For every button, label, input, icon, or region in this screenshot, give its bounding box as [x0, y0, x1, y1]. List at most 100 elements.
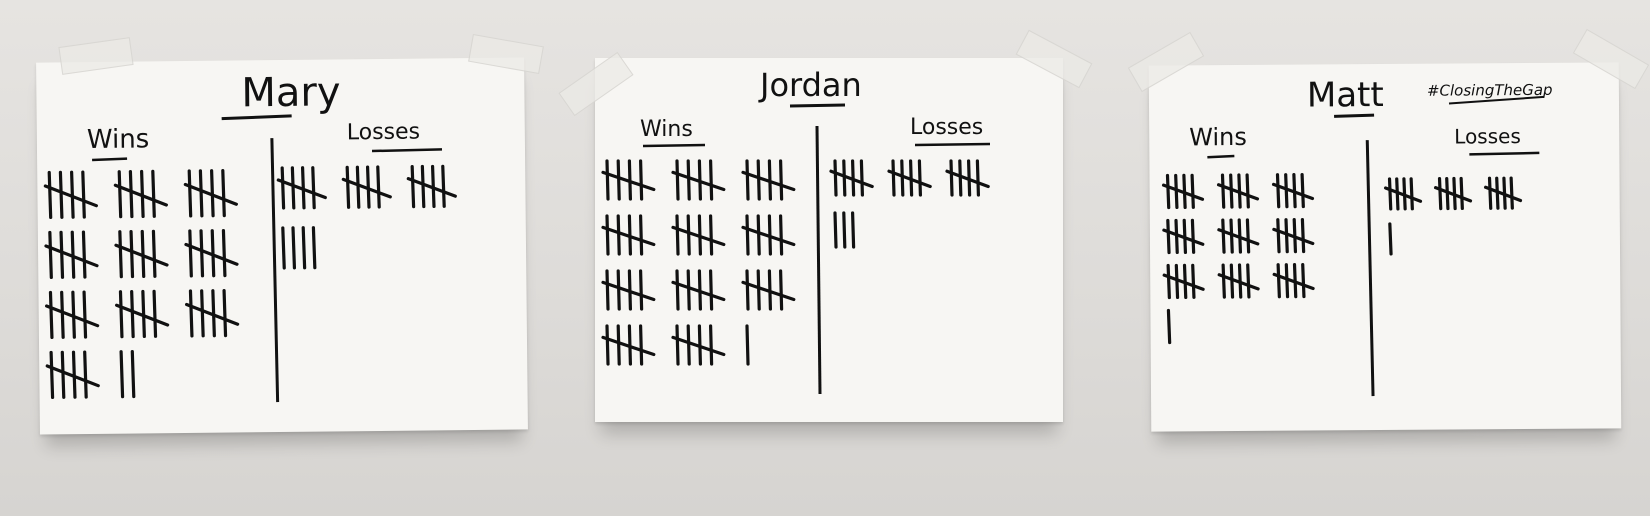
- tally-mark: [708, 159, 714, 201]
- tally-mark: [779, 159, 784, 201]
- tally-group: [119, 349, 136, 399]
- tally-mark: [958, 159, 963, 197]
- tally-group: [671, 324, 726, 366]
- scoresheet-mary: Mary Wins Losses: [36, 57, 528, 435]
- tally-group: [833, 211, 856, 249]
- tally-mark: [60, 290, 65, 339]
- tally-mark: [119, 350, 125, 399]
- tally-mark: [1191, 263, 1196, 299]
- tally-mark: [1221, 218, 1226, 254]
- tally-mark: [129, 229, 135, 279]
- tally-group: [671, 214, 726, 256]
- tally-group: [671, 269, 726, 311]
- tally-mark: [1190, 173, 1195, 209]
- tally-mark: [118, 230, 123, 279]
- sheet-drawing: Mary Wins Losses: [43, 69, 457, 403]
- tally-group: [1217, 263, 1260, 299]
- tally-group: [745, 324, 750, 366]
- tally-mark: [605, 214, 610, 256]
- tally-group: [601, 324, 656, 366]
- tally-group: [1388, 222, 1393, 256]
- tally-group: [887, 159, 932, 197]
- tally-group: [1272, 217, 1315, 254]
- tally-mark: [48, 290, 54, 340]
- tally-group: [44, 230, 99, 280]
- tally-mark: [779, 214, 784, 256]
- scoresheet-jordan: Jordan Wins Losses: [595, 58, 1063, 422]
- tally-mark: [1459, 176, 1464, 211]
- tally-mark: [1509, 176, 1514, 210]
- tally-mark: [83, 350, 88, 399]
- tally-group: [1166, 308, 1172, 345]
- tally-group: [114, 229, 169, 279]
- player-name: Jordan: [758, 66, 862, 104]
- tally-mark: [756, 159, 761, 201]
- tally-mark: [756, 269, 761, 311]
- tally-mark: [842, 159, 847, 197]
- tally-mark: [859, 159, 864, 197]
- tally-mark: [1246, 263, 1251, 299]
- tally-group: [1161, 173, 1205, 210]
- tally-group: [1216, 173, 1260, 209]
- tally-group: [183, 169, 238, 218]
- tally-mark: [420, 164, 426, 209]
- tally-mark: [280, 166, 286, 210]
- tally-mark: [1276, 263, 1281, 299]
- tally-group: [1162, 263, 1205, 300]
- wins-tally: [601, 159, 796, 366]
- tally-group: [1272, 262, 1315, 299]
- losses-label: Losses: [910, 115, 983, 140]
- tally-mark: [745, 159, 750, 201]
- losses-tally: [1383, 176, 1523, 256]
- tally-group: [276, 166, 327, 210]
- tally-mark: [842, 211, 847, 249]
- tally-mark: [1220, 173, 1226, 209]
- tally-mark: [745, 324, 750, 366]
- tally-mark: [708, 269, 714, 311]
- tally-mark: [1275, 173, 1281, 209]
- tally-mark: [188, 229, 193, 278]
- tally-mark: [130, 349, 136, 399]
- tally-mark: [833, 159, 838, 197]
- tally-mark: [605, 269, 610, 311]
- tally-mark: [49, 350, 55, 400]
- tally-group: [115, 289, 170, 339]
- tally-mark: [82, 290, 88, 339]
- tally-mark: [59, 230, 65, 279]
- tally-mark: [638, 324, 644, 366]
- tally-mark: [198, 169, 204, 218]
- tally-group: [45, 350, 100, 400]
- tally-mark: [616, 269, 621, 311]
- sheet-drawing: Jordan Wins Losses: [601, 66, 991, 395]
- tally-mark: [745, 214, 750, 256]
- tally-mark: [128, 169, 134, 219]
- tally-mark: [1221, 263, 1226, 299]
- wins-label: Wins: [1189, 123, 1247, 151]
- tally-mark: [900, 159, 905, 197]
- tally-mark: [1437, 177, 1443, 211]
- wall: Mary Wins Losses Jordan Wins Losses Matt…: [0, 0, 1650, 516]
- losses-label: Losses: [347, 120, 421, 146]
- tally-mark: [891, 159, 896, 197]
- tally-mark: [708, 214, 714, 256]
- tally-mark: [345, 165, 351, 209]
- tally-mark: [221, 229, 227, 278]
- tally-group: [1383, 177, 1423, 211]
- tally-group: [1217, 218, 1260, 254]
- divider: [270, 138, 280, 403]
- tally-mark: [638, 269, 644, 311]
- tally-group: [1433, 176, 1473, 211]
- tally-mark: [686, 214, 691, 256]
- tally-mark: [605, 159, 610, 201]
- tally-group: [601, 269, 656, 311]
- tally-mark: [188, 289, 194, 338]
- tally-mark: [917, 159, 922, 197]
- tally-mark: [638, 214, 644, 256]
- tally-mark: [1300, 217, 1306, 254]
- tally-mark: [756, 214, 761, 256]
- scoresheet-matt: Matt #ClosingTheGap Wins Losses: [1148, 62, 1622, 432]
- tally-group: [1271, 172, 1315, 209]
- tally-group: [184, 229, 239, 278]
- tally-group: [601, 159, 656, 201]
- tally-mark: [301, 226, 307, 270]
